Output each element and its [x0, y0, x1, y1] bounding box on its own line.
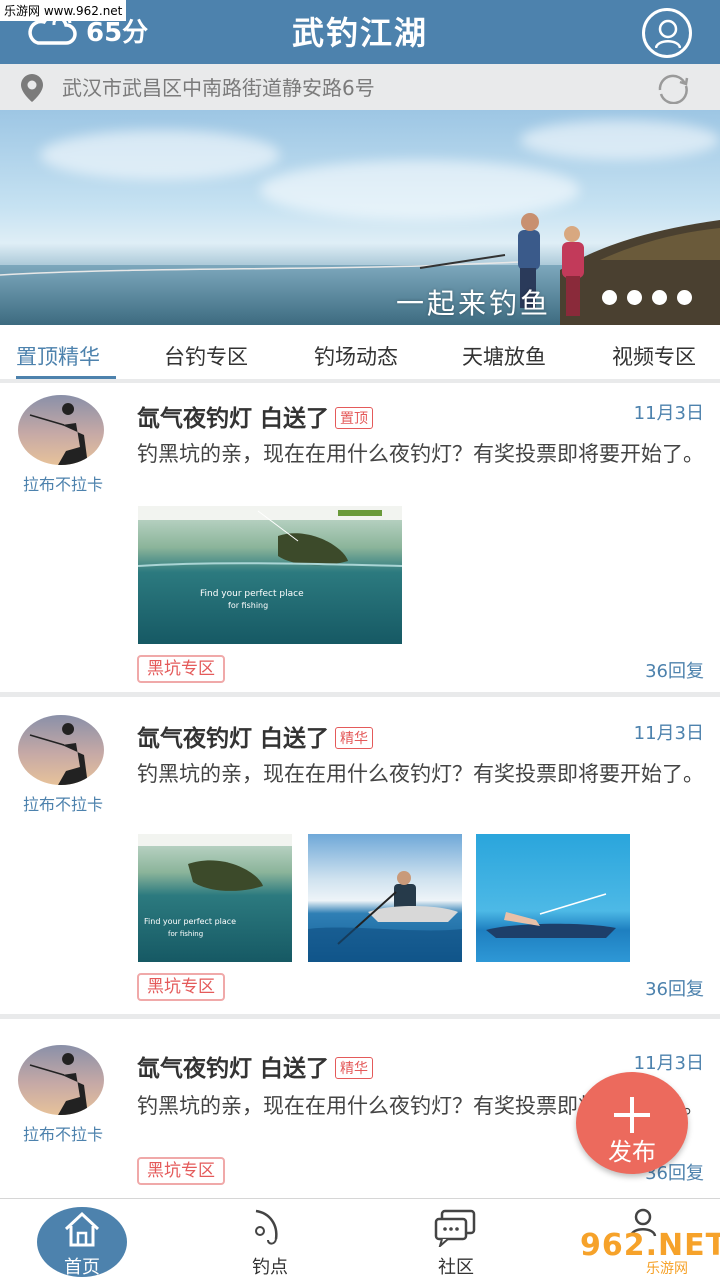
publish-button[interactable]: 发布	[576, 1072, 688, 1174]
svg-text:Find your perfect place: Find your perfect place	[144, 917, 236, 926]
zone-tag[interactable]: 黑坑专区	[137, 973, 225, 1001]
post-image[interactable]	[476, 834, 630, 962]
svg-text:for fishing: for fishing	[228, 601, 268, 610]
tab-taidiao[interactable]: 台钓专区	[164, 341, 248, 371]
banner-carousel[interactable]: 一起来钓鱼	[0, 110, 720, 325]
site-logo-sub: 乐游网	[646, 1261, 688, 1277]
author-name[interactable]: 拉布不拉卡	[10, 471, 116, 495]
reply-count: 36回复	[645, 661, 704, 682]
post-image[interactable]: Find your perfect place for fishing	[138, 506, 402, 644]
avatar[interactable]	[18, 1045, 104, 1115]
post-body: 钓黑坑的亲，现在在用什么夜钓灯？有奖投票即将要开始了。	[137, 442, 704, 466]
carousel-indicator[interactable]	[602, 290, 692, 305]
tab-pond-stocking[interactable]: 天塘放鱼	[462, 341, 546, 371]
tab-venue-news[interactable]: 钓场动态	[314, 341, 398, 371]
nav-home[interactable]: 首页	[22, 1199, 142, 1280]
nav-home-label: 首页	[64, 1257, 100, 1278]
featured-badge: 精华	[335, 727, 374, 749]
svg-text:Find your perfect place: Find your perfect place	[200, 589, 304, 599]
nav-spots[interactable]: 钓点	[210, 1199, 330, 1280]
carousel-dot[interactable]	[602, 290, 617, 305]
avatar[interactable]	[18, 395, 104, 465]
post-date: 11月3日	[633, 403, 704, 424]
post-title[interactable]: 氙气夜钓灯 白送了 精华	[137, 719, 374, 753]
featured-badge: 精华	[335, 1057, 374, 1079]
carousel-dot[interactable]	[677, 290, 692, 305]
publish-label: 发布	[608, 1138, 656, 1166]
post-date: 11月3日	[633, 723, 704, 744]
user-button[interactable]	[642, 8, 692, 58]
author-name[interactable]: 拉布不拉卡	[10, 791, 116, 815]
post-body: 钓黑坑的亲，现在在用什么夜钓灯？有奖投票即将要开始了。	[137, 762, 704, 786]
home-icon	[62, 1209, 102, 1253]
post-card[interactable]: 拉布不拉卡 氙气夜钓灯 白送了 置顶 11月3日 钓黑坑的亲，现在在用什么夜钓灯？…	[0, 383, 720, 697]
active-tab-indicator	[16, 376, 116, 379]
chat-icon	[434, 1209, 478, 1251]
category-tabs: 置顶精华 台钓专区 钓场动态 天塘放鱼 视频专区	[0, 325, 720, 383]
post-image[interactable]: Find your perfect place for fishing	[138, 834, 292, 962]
tab-video[interactable]: 视频专区	[612, 341, 696, 371]
carousel-dot[interactable]	[652, 290, 667, 305]
pinned-badge: 置顶	[335, 407, 374, 429]
post-title[interactable]: 氙气夜钓灯 白送了 置顶	[137, 399, 374, 433]
nav-community-label: 社区	[438, 1257, 474, 1278]
zone-tag[interactable]: 黑坑专区	[137, 1157, 225, 1185]
nav-spots-label: 钓点	[252, 1257, 288, 1278]
watermark: 乐游网 www.962.net	[0, 0, 127, 21]
location-pin-icon	[18, 72, 46, 108]
reply-count: 36回复	[645, 979, 704, 1000]
post-title[interactable]: 氙气夜钓灯 白送了 精华	[137, 1049, 374, 1083]
post-date: 11月3日	[633, 1053, 704, 1074]
refresh-icon[interactable]	[652, 72, 694, 105]
post-image[interactable]	[308, 834, 462, 962]
nav-community[interactable]: 社区	[396, 1199, 516, 1280]
avatar[interactable]	[18, 715, 104, 785]
svg-text:for fishing: for fishing	[168, 930, 203, 938]
zone-tag[interactable]: 黑坑专区	[137, 655, 225, 683]
carousel-dot[interactable]	[627, 290, 642, 305]
location-bar: 武汉市武昌区中南路街道静安路6号	[0, 64, 720, 110]
author-name[interactable]: 拉布不拉卡	[10, 1121, 116, 1145]
post-card[interactable]: 拉布不拉卡 氙气夜钓灯 白送了 精华 11月3日 钓黑坑的亲，现在在用什么夜钓灯？…	[0, 697, 720, 1019]
fishing-rod-icon	[250, 1207, 290, 1253]
location-address: 武汉市武昌区中南路街道静安路6号	[62, 76, 375, 100]
tab-pinned[interactable]: 置顶精华	[16, 341, 100, 371]
banner-caption: 一起来钓鱼	[396, 287, 552, 320]
